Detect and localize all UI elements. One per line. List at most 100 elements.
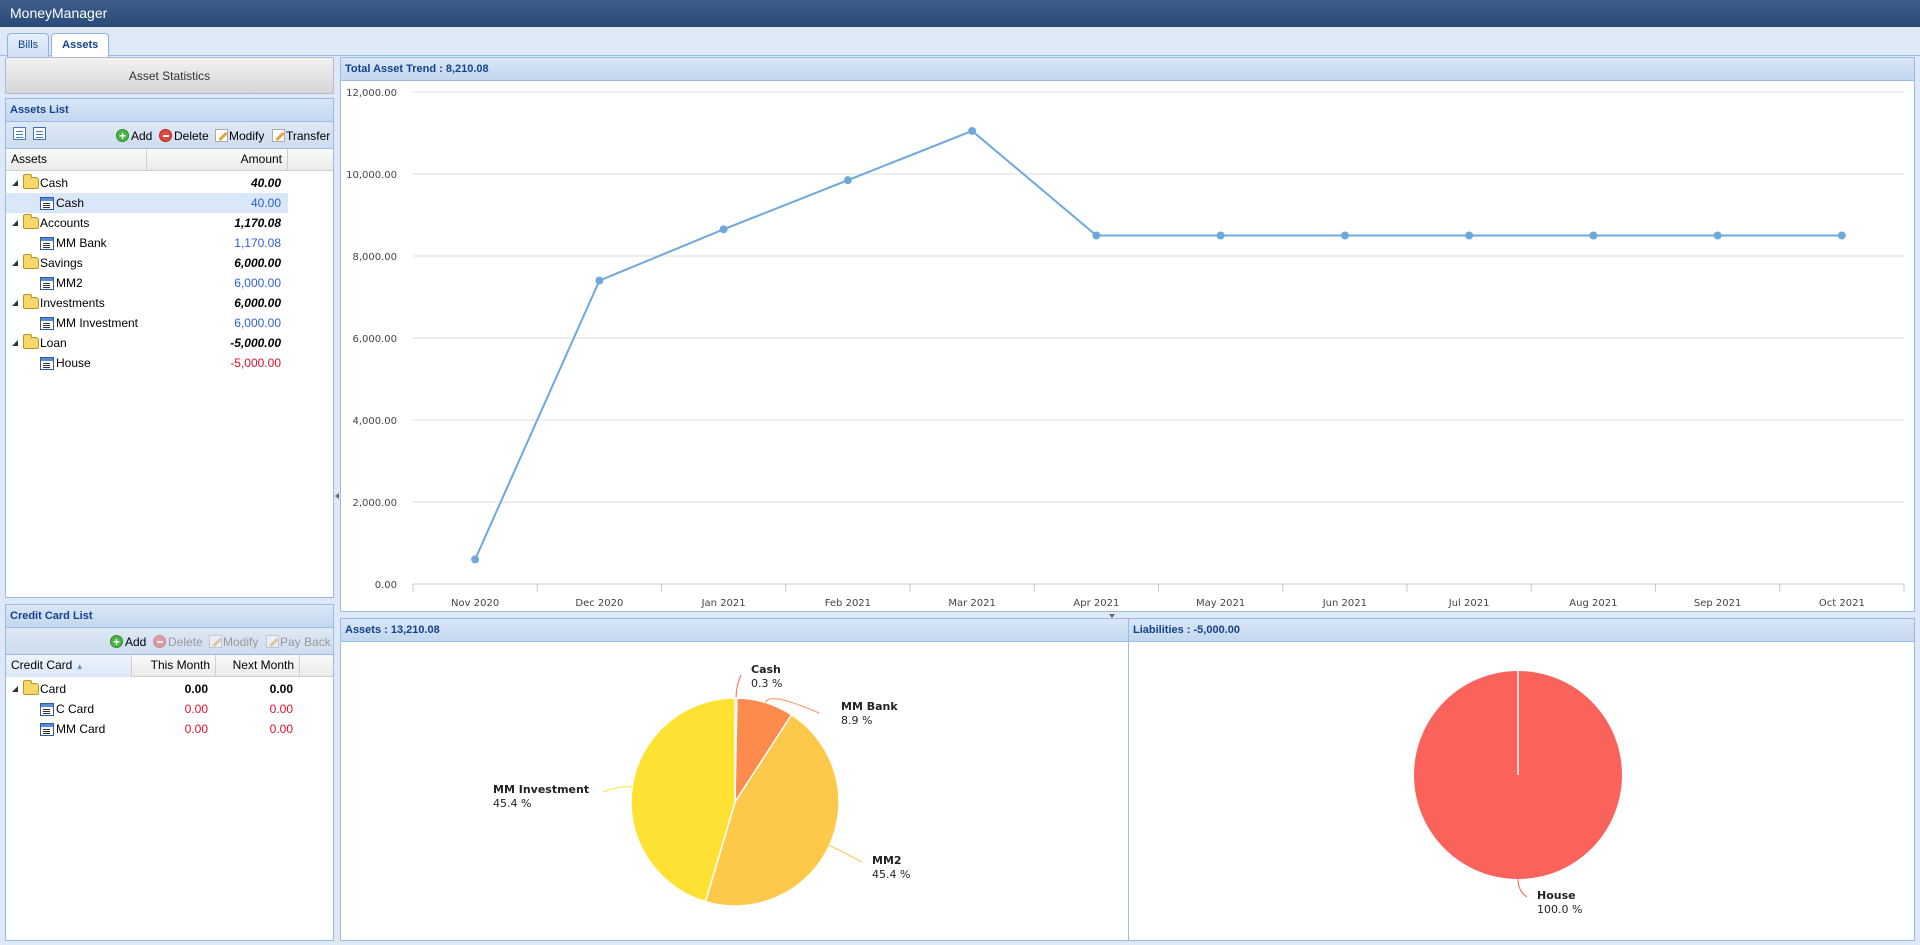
assets-list-title: Assets List bbox=[6, 99, 333, 122]
credit-grid-header: Credit Card ▲ This Month Next Month bbox=[6, 655, 333, 677]
card-icon bbox=[40, 723, 54, 736]
asset-group-name: Accounts bbox=[40, 216, 90, 230]
data-point[interactable] bbox=[471, 555, 480, 564]
delete-icon bbox=[153, 635, 166, 648]
asset-group-row[interactable]: Investments 6,000.00 bbox=[6, 293, 333, 313]
asset-row[interactable]: MM2 6,000.00 bbox=[6, 273, 333, 293]
account-icon bbox=[40, 197, 54, 210]
this-month-amount: 0.00 bbox=[184, 702, 208, 716]
x-tick-label: Sep 2021 bbox=[1694, 598, 1741, 609]
expand-toggle-icon[interactable] bbox=[12, 686, 18, 692]
data-point[interactable] bbox=[719, 225, 728, 234]
slice-percent: 45.4 % bbox=[493, 797, 531, 810]
asset-row[interactable]: MM Investment 6,000.00 bbox=[6, 313, 333, 333]
total-asset-trend-panel: Total Asset Trend : 8,210.08 0.00 2,000.0… bbox=[340, 57, 1915, 612]
data-point[interactable] bbox=[1092, 231, 1101, 240]
expand-toggle-icon[interactable] bbox=[12, 180, 18, 186]
expand-toggle-icon[interactable] bbox=[12, 260, 18, 266]
slice-label: MM Bank bbox=[841, 700, 898, 713]
trend-line-chart: 0.00 2,000.00 4,000.00 6,000.00 8,000.00 10,0… bbox=[346, 88, 1905, 609]
data-point[interactable] bbox=[1589, 231, 1598, 240]
folder-icon bbox=[23, 294, 39, 309]
main-tab-bar: Bills Assets bbox=[0, 27, 1920, 58]
column-this-month[interactable]: This Month bbox=[132, 655, 216, 677]
assets-toolbar: Add Delete Modify Transfer bbox=[6, 122, 333, 149]
asset-group-amount: 6,000.00 bbox=[234, 256, 281, 270]
tab-assets[interactable]: Assets bbox=[51, 33, 110, 58]
series-line bbox=[474, 129, 1842, 560]
asset-group-name: Savings bbox=[40, 256, 83, 270]
column-next-month[interactable]: Next Month bbox=[216, 655, 300, 677]
y-tick-label: 12,000.00 bbox=[346, 88, 397, 99]
slice-percent: 45.4 % bbox=[872, 868, 910, 881]
x-tick-label: Mar 2021 bbox=[948, 598, 996, 609]
card-group-name: Card bbox=[40, 682, 67, 696]
collapse-all-icon[interactable] bbox=[33, 127, 46, 140]
label-connector bbox=[829, 845, 863, 863]
collapse-left-icon[interactable] bbox=[335, 493, 339, 499]
asset-row[interactable]: House -5,000.00 bbox=[6, 353, 333, 373]
asset-name: MM Investment bbox=[56, 316, 139, 330]
credit-card-list-title: Credit Card List bbox=[6, 605, 333, 628]
delete-asset-button[interactable]: Delete bbox=[159, 127, 209, 145]
data-point[interactable] bbox=[1713, 231, 1722, 240]
delete-card-button[interactable]: Delete bbox=[153, 633, 203, 651]
data-point[interactable] bbox=[1465, 231, 1474, 240]
asset-row[interactable]: MM Bank 1,170.08 bbox=[6, 233, 333, 253]
tab-bills[interactable]: Bills bbox=[7, 33, 50, 57]
pay-back-button[interactable]: Pay Back bbox=[266, 633, 331, 651]
asset-row[interactable]: Cash 40.00 bbox=[6, 193, 333, 213]
card-row[interactable]: MM Card 0.00 0.00 bbox=[6, 719, 333, 739]
asset-name: MM Bank bbox=[56, 236, 107, 250]
data-point[interactable] bbox=[843, 176, 852, 185]
x-tick-label: Jul 2021 bbox=[1448, 598, 1490, 609]
card-row[interactable]: C Card 0.00 0.00 bbox=[6, 699, 333, 719]
x-tick-label: Aug 2021 bbox=[1569, 598, 1617, 609]
account-icon bbox=[40, 277, 54, 290]
folder-icon bbox=[23, 334, 39, 349]
asset-group-name: Cash bbox=[40, 176, 69, 190]
transfer-button[interactable]: Transfer bbox=[272, 127, 330, 145]
x-tick-label: May 2021 bbox=[1196, 598, 1245, 609]
expand-toggle-icon[interactable] bbox=[12, 300, 18, 306]
asset-group-row[interactable]: Accounts 1,170.08 bbox=[6, 213, 333, 233]
app-title: MoneyManager bbox=[10, 5, 108, 21]
card-group-row[interactable]: Card 0.00 0.00 bbox=[6, 679, 333, 699]
expand-all-icon[interactable] bbox=[13, 127, 26, 140]
data-point[interactable] bbox=[1340, 231, 1349, 240]
asset-group-amount: 1,170.08 bbox=[234, 216, 281, 230]
data-point[interactable] bbox=[595, 276, 604, 285]
modify-asset-button[interactable]: Modify bbox=[215, 127, 264, 145]
asset-group-amount: 40.00 bbox=[250, 176, 281, 190]
column-credit-card[interactable]: Credit Card ▲ bbox=[6, 655, 132, 677]
asset-group-amount: 6,000.00 bbox=[234, 296, 281, 310]
folder-icon bbox=[23, 680, 39, 695]
edit-icon bbox=[266, 635, 279, 648]
x-tick-label: Dec 2020 bbox=[575, 598, 623, 609]
y-tick-label: 4,000.00 bbox=[352, 416, 397, 427]
expand-toggle-icon[interactable] bbox=[12, 220, 18, 226]
asset-group-row[interactable]: Loan -5,000.00 bbox=[6, 333, 333, 353]
add-asset-button[interactable]: Add bbox=[116, 127, 152, 145]
x-tick-label: Apr 2021 bbox=[1073, 598, 1119, 609]
data-point[interactable] bbox=[1837, 231, 1846, 240]
modify-card-button[interactable]: Modify bbox=[209, 633, 258, 651]
next-month-amount: 0.00 bbox=[269, 682, 293, 696]
sort-ascending-icon: ▲ bbox=[75, 662, 84, 671]
this-month-amount: 0.00 bbox=[184, 722, 208, 736]
asset-group-row[interactable]: Cash 40.00 bbox=[6, 173, 333, 193]
y-tick-label: 0.00 bbox=[375, 580, 397, 591]
asset-group-row[interactable]: Savings 6,000.00 bbox=[6, 253, 333, 273]
label-connector bbox=[735, 674, 742, 699]
data-point[interactable] bbox=[1216, 231, 1225, 240]
add-card-button[interactable]: Add bbox=[110, 633, 146, 651]
expand-toggle-icon[interactable] bbox=[12, 340, 18, 346]
y-tick-label: 6,000.00 bbox=[352, 334, 397, 345]
data-point[interactable] bbox=[968, 126, 977, 135]
column-assets[interactable]: Assets bbox=[6, 149, 147, 171]
x-tick-label: Oct 2021 bbox=[1819, 598, 1865, 609]
asset-statistics-button[interactable]: Asset Statistics bbox=[5, 57, 334, 94]
y-tick-label: 10,000.00 bbox=[346, 170, 397, 181]
liabilities-pie-panel: Liabilities : -5,000.00 House 100.0 % bbox=[1128, 618, 1915, 941]
column-amount[interactable]: Amount bbox=[147, 149, 288, 171]
